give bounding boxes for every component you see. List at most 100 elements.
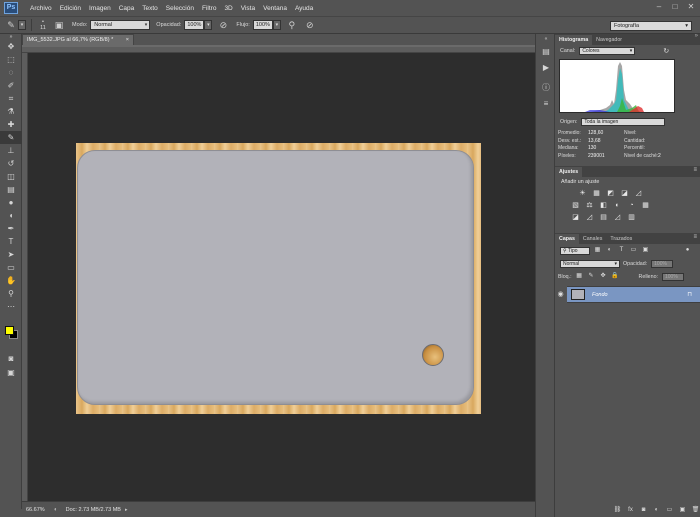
menu-edicion[interactable]: Edición <box>56 5 85 12</box>
adjustment-layer-icon[interactable]: ◐ <box>652 506 661 515</box>
flow-input[interactable]: 100% <box>252 20 273 30</box>
hand-tool-icon[interactable]: ✋ <box>0 274 22 287</box>
actions-panel-icon[interactable]: ▶ <box>536 60 556 76</box>
history-brush-tool-icon[interactable]: ↺ <box>0 157 22 170</box>
tab-trazados[interactable]: Trazados <box>606 234 636 244</box>
document-tab[interactable]: IMG_5532.JPG al 66,7% (RGB/8) * × <box>22 34 134 45</box>
minimize-icon[interactable]: – <box>654 2 664 12</box>
shape-tool-icon[interactable]: ▭ <box>0 261 22 274</box>
close-tab-icon[interactable]: × <box>126 35 129 45</box>
levels-icon[interactable]: ▦ <box>591 189 602 199</box>
zoom-level[interactable]: 66.67% <box>26 507 50 513</box>
gradient-map-icon[interactable]: ▥ <box>626 213 637 223</box>
gradient-tool-icon[interactable]: ▤ <box>0 183 22 196</box>
menu-filtro[interactable]: Filtro <box>198 5 220 12</box>
lock-all-icon[interactable]: 🔒 <box>611 272 620 281</box>
airbrush-icon[interactable]: ⚲ <box>285 18 299 32</box>
menu-archivo[interactable]: Archivo <box>26 5 56 12</box>
panel-menu-icon[interactable]: ≡ <box>693 234 697 240</box>
black-white-icon[interactable]: ◧ <box>598 201 609 211</box>
pressure-size-icon[interactable]: ⊘ <box>303 18 317 32</box>
close-icon[interactable]: ✕ <box>686 2 696 12</box>
screen-mode-icon[interactable]: ▣ <box>0 366 22 379</box>
properties-panel-icon[interactable]: ≡ <box>536 96 556 112</box>
new-group-icon[interactable]: ▭ <box>665 506 674 515</box>
hue-saturation-icon[interactable]: ▧ <box>570 201 581 211</box>
brush-panel-icon[interactable]: ▣ <box>52 18 66 32</box>
history-panel-icon[interactable]: ▤ <box>536 44 556 60</box>
source-select[interactable]: Toda la imagen <box>581 118 666 126</box>
layer-opacity-input[interactable]: 100% <box>651 259 674 268</box>
color-balance-icon[interactable]: ⚖ <box>584 201 595 211</box>
filter-type-icon[interactable]: T <box>617 246 626 255</box>
filter-shape-icon[interactable]: ▭ <box>629 246 638 255</box>
panel-menu-icon[interactable]: ≡ <box>693 167 697 173</box>
channel-select[interactable]: Colores ▾ <box>579 47 636 55</box>
link-layers-icon[interactable]: ⛓ <box>613 506 622 515</box>
filter-adjustment-icon[interactable]: ◐ <box>605 246 614 255</box>
opacity-dropdown[interactable]: ▾ <box>204 20 213 30</box>
layer-filter-select[interactable]: ⚲ Tipo <box>560 246 590 255</box>
eyedropper-tool-icon[interactable]: ⚗ <box>0 105 22 118</box>
healing-brush-tool-icon[interactable]: ✚ <box>0 118 22 131</box>
flow-dropdown[interactable]: ▾ <box>272 20 281 30</box>
selective-color-icon[interactable]: ◿ <box>612 213 623 223</box>
brightness-contrast-icon[interactable]: ☀ <box>577 189 588 199</box>
tab-navegador[interactable]: Navegador <box>592 35 626 45</box>
photo-filter-icon[interactable]: ◐ <box>612 201 623 211</box>
info-panel-icon[interactable]: ⓘ <box>536 80 556 96</box>
clone-stamp-tool-icon[interactable]: ⊥ <box>0 144 22 157</box>
brush-size[interactable]: • 11 <box>38 19 48 31</box>
tab-histograma[interactable]: Histograma <box>555 35 593 45</box>
more-tools-icon[interactable]: ⋯ <box>0 300 22 313</box>
brush-tool-icon[interactable]: ✎ <box>4 18 18 32</box>
new-layer-icon[interactable]: ▣ <box>678 506 687 515</box>
filter-smart-icon[interactable]: ▣ <box>641 246 650 255</box>
menu-capa[interactable]: Capa <box>115 5 139 12</box>
blend-mode-select[interactable]: Normal ▾ <box>560 259 620 268</box>
lock-transparent-icon[interactable]: ▦ <box>575 272 584 281</box>
menu-ayuda[interactable]: Ayuda <box>291 5 317 12</box>
eraser-tool-icon[interactable]: ◫ <box>0 170 22 183</box>
brush-tool-icon[interactable]: ✎ <box>0 131 22 144</box>
foreground-color-swatch[interactable] <box>5 326 14 335</box>
posterize-icon[interactable]: ◿ <box>584 213 595 223</box>
quick-mask-icon[interactable]: ◙ <box>0 352 22 365</box>
pen-tool-icon[interactable]: ✒ <box>0 222 22 235</box>
visibility-eye-icon[interactable]: ◉ <box>555 286 567 303</box>
menu-ventana[interactable]: Ventana <box>259 5 291 12</box>
filter-pixel-icon[interactable]: ▦ <box>593 246 602 255</box>
menu-texto[interactable]: Texto <box>138 5 162 12</box>
zoom-tool-icon[interactable]: ⚲ <box>0 287 22 300</box>
crop-tool-icon[interactable]: ⌗ <box>0 92 22 105</box>
status-menu-icon[interactable]: ▸ <box>125 507 128 513</box>
type-tool-icon[interactable]: T <box>0 235 22 248</box>
menu-vista[interactable]: Vista <box>237 5 259 12</box>
lock-position-icon[interactable]: ✥ <box>599 272 608 281</box>
layer-mask-icon[interactable]: ◙ <box>639 506 648 515</box>
tab-capas[interactable]: Capas <box>555 234 579 244</box>
curves-icon[interactable]: ◩ <box>605 189 616 199</box>
workspace-select[interactable]: Fotografía ▾ <box>610 21 692 31</box>
tab-canales[interactable]: Canales <box>579 234 606 244</box>
layer-style-icon[interactable]: fx <box>626 506 635 515</box>
tab-ajustes[interactable]: Ajustes <box>555 167 583 177</box>
menu-seleccion[interactable]: Selección <box>162 5 198 12</box>
color-lookup-icon[interactable]: ▦ <box>640 201 651 211</box>
blur-tool-icon[interactable]: ● <box>0 196 22 209</box>
tool-preset-dropdown[interactable]: ▾ <box>18 20 26 30</box>
maximize-icon[interactable]: □ <box>670 2 680 12</box>
layer-row-fondo[interactable]: ◉ Fondo ⊓ <box>555 286 700 303</box>
lock-pixels-icon[interactable]: ✎ <box>587 272 596 281</box>
lasso-tool-icon[interactable]: ◌ <box>0 66 22 79</box>
channel-mixer-icon[interactable]: ◔ <box>626 201 637 211</box>
invert-icon[interactable]: ◪ <box>570 213 581 223</box>
document-image[interactable] <box>76 143 481 414</box>
quick-select-tool-icon[interactable]: ✐ <box>0 79 22 92</box>
mode-select[interactable]: Normal ▾ <box>90 20 151 30</box>
opacity-input[interactable]: 100% <box>184 20 205 30</box>
menu-imagen[interactable]: Imagen <box>85 5 115 12</box>
threshold-icon[interactable]: ▤ <box>598 213 609 223</box>
vibrance-icon[interactable]: ◿ <box>633 189 644 199</box>
collapse-icon[interactable]: « <box>536 34 556 44</box>
